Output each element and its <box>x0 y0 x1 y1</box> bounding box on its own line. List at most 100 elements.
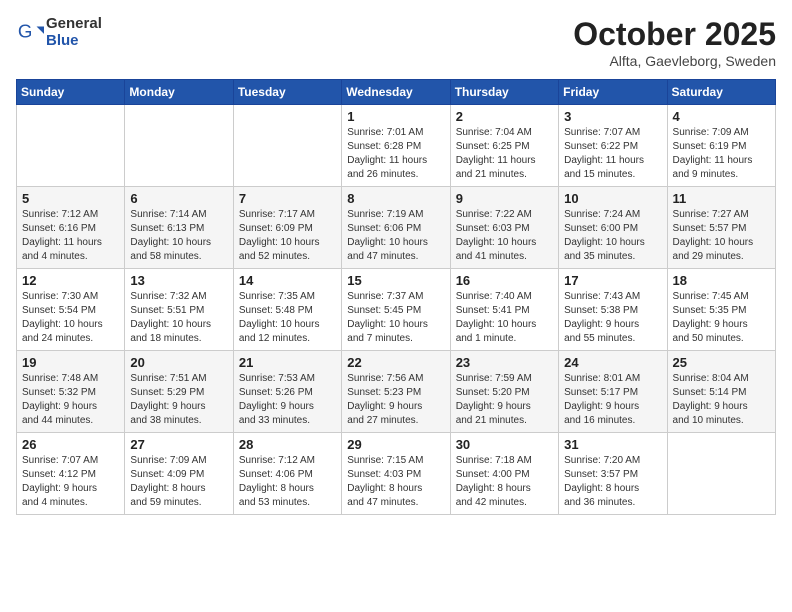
calendar-cell: 29 Sunrise: 7:15 AM Sunset: 4:03 PM Dayli… <box>342 433 450 515</box>
day-info: Sunrise: 7:40 AM Sunset: 5:41 PM Dayligh… <box>456 290 553 346</box>
day-number: 21 <box>239 355 336 370</box>
day-number: 6 <box>130 191 227 206</box>
day-number: 14 <box>239 273 336 288</box>
day-of-week-header: Monday <box>125 80 233 105</box>
calendar-cell <box>125 105 233 187</box>
day-number: 10 <box>564 191 661 206</box>
day-number: 16 <box>456 273 553 288</box>
calendar-cell: 13Sunrise: 7:32 AM Sunset: 5:51 PM Dayli… <box>125 269 233 351</box>
calendar-week-row: 26 Sunrise: 7:07 AM Sunset: 4:12 PM Dayli… <box>17 433 776 515</box>
logo-blue: Blue <box>46 33 102 50</box>
day-info: Sunrise: 7:22 AM Sunset: 6:03 PM Dayligh… <box>456 208 553 264</box>
day-info: Sunrise: 7:12 AM Sunset: 4:06 PM Dayligh… <box>239 454 336 510</box>
day-info: Sunrise: 7:19 AM Sunset: 6:06 PM Dayligh… <box>347 208 444 264</box>
calendar-cell: 8 Sunrise: 7:19 AM Sunset: 6:06 PM Daylig… <box>342 187 450 269</box>
day-number: 27 <box>130 437 227 452</box>
day-info: Sunrise: 7:59 AM Sunset: 5:20 PM Dayligh… <box>456 372 553 428</box>
day-info: Sunrise: 7:01 AM Sunset: 6:28 PM Dayligh… <box>347 126 444 182</box>
day-number: 12 <box>22 273 119 288</box>
calendar-cell: 17 Sunrise: 7:43 AM Sunset: 5:38 PM Dayli… <box>559 269 667 351</box>
day-number: 30 <box>456 437 553 452</box>
day-info: Sunrise: 7:45 AM Sunset: 5:35 PM Dayligh… <box>673 290 770 346</box>
calendar-cell: 15 Sunrise: 7:37 AM Sunset: 5:45 PM Dayli… <box>342 269 450 351</box>
day-of-week-header: Saturday <box>667 80 775 105</box>
calendar-cell: 6 Sunrise: 7:14 AM Sunset: 6:13 PM Daylig… <box>125 187 233 269</box>
day-number: 3 <box>564 109 661 124</box>
calendar-cell: 21 Sunrise: 7:53 AM Sunset: 5:26 PM Dayli… <box>233 351 341 433</box>
calendar-cell: 24 Sunrise: 8:01 AM Sunset: 5:17 PM Dayli… <box>559 351 667 433</box>
calendar-cell: 27 Sunrise: 7:09 AM Sunset: 4:09 PM Dayli… <box>125 433 233 515</box>
calendar-week-row: 5 Sunrise: 7:12 AM Sunset: 6:16 PM Daylig… <box>17 187 776 269</box>
day-number: 25 <box>673 355 770 370</box>
day-info: Sunrise: 7:37 AM Sunset: 5:45 PM Dayligh… <box>347 290 444 346</box>
day-number: 24 <box>564 355 661 370</box>
day-of-week-header: Thursday <box>450 80 558 105</box>
day-info: Sunrise: 7:51 AM Sunset: 5:29 PM Dayligh… <box>130 372 227 428</box>
calendar-cell: 2Sunrise: 7:04 AM Sunset: 6:25 PM Daylig… <box>450 105 558 187</box>
calendar-cell: 31 Sunrise: 7:20 AM Sunset: 3:57 PM Dayli… <box>559 433 667 515</box>
day-number: 29 <box>347 437 444 452</box>
day-info: Sunrise: 7:53 AM Sunset: 5:26 PM Dayligh… <box>239 372 336 428</box>
calendar-cell: 19 Sunrise: 7:48 AM Sunset: 5:32 PM Dayli… <box>17 351 125 433</box>
logo-text: General Blue <box>46 16 102 49</box>
calendar-cell: 26 Sunrise: 7:07 AM Sunset: 4:12 PM Dayli… <box>17 433 125 515</box>
month-title: October 2025 <box>573 16 776 53</box>
calendar-cell <box>233 105 341 187</box>
day-number: 15 <box>347 273 444 288</box>
day-info: Sunrise: 7:15 AM Sunset: 4:03 PM Dayligh… <box>347 454 444 510</box>
day-of-week-header: Sunday <box>17 80 125 105</box>
calendar-cell: 30 Sunrise: 7:18 AM Sunset: 4:00 PM Dayli… <box>450 433 558 515</box>
calendar-cell: 11Sunrise: 7:27 AM Sunset: 5:57 PM Dayli… <box>667 187 775 269</box>
day-number: 20 <box>130 355 227 370</box>
logo-icon: G <box>16 19 44 47</box>
day-info: Sunrise: 7:17 AM Sunset: 6:09 PM Dayligh… <box>239 208 336 264</box>
day-info: Sunrise: 8:01 AM Sunset: 5:17 PM Dayligh… <box>564 372 661 428</box>
calendar-cell: 12Sunrise: 7:30 AM Sunset: 5:54 PM Dayli… <box>17 269 125 351</box>
day-info: Sunrise: 7:20 AM Sunset: 3:57 PM Dayligh… <box>564 454 661 510</box>
day-number: 8 <box>347 191 444 206</box>
day-info: Sunrise: 7:18 AM Sunset: 4:00 PM Dayligh… <box>456 454 553 510</box>
calendar-cell: 16 Sunrise: 7:40 AM Sunset: 5:41 PM Dayli… <box>450 269 558 351</box>
day-number: 22 <box>347 355 444 370</box>
logo-general: General <box>46 16 102 33</box>
logo: G General Blue <box>16 16 102 49</box>
day-number: 5 <box>22 191 119 206</box>
day-of-week-header: Tuesday <box>233 80 341 105</box>
day-info: Sunrise: 7:07 AM Sunset: 4:12 PM Dayligh… <box>22 454 119 510</box>
title-block: October 2025 Alfta, Gaevleborg, Sweden <box>573 16 776 69</box>
day-number: 26 <box>22 437 119 452</box>
day-number: 9 <box>456 191 553 206</box>
calendar-cell: 9 Sunrise: 7:22 AM Sunset: 6:03 PM Daylig… <box>450 187 558 269</box>
day-info: Sunrise: 7:09 AM Sunset: 4:09 PM Dayligh… <box>130 454 227 510</box>
calendar-cell: 22Sunrise: 7:56 AM Sunset: 5:23 PM Dayli… <box>342 351 450 433</box>
day-info: Sunrise: 7:48 AM Sunset: 5:32 PM Dayligh… <box>22 372 119 428</box>
calendar-cell: 28 Sunrise: 7:12 AM Sunset: 4:06 PM Dayli… <box>233 433 341 515</box>
day-number: 19 <box>22 355 119 370</box>
svg-text:G: G <box>18 20 33 41</box>
calendar-cell: 10Sunrise: 7:24 AM Sunset: 6:00 PM Dayli… <box>559 187 667 269</box>
day-number: 18 <box>673 273 770 288</box>
calendar-cell: 5 Sunrise: 7:12 AM Sunset: 6:16 PM Daylig… <box>17 187 125 269</box>
calendar-week-row: 19 Sunrise: 7:48 AM Sunset: 5:32 PM Dayli… <box>17 351 776 433</box>
day-number: 11 <box>673 191 770 206</box>
day-info: Sunrise: 7:09 AM Sunset: 6:19 PM Dayligh… <box>673 126 770 182</box>
day-info: Sunrise: 7:14 AM Sunset: 6:13 PM Dayligh… <box>130 208 227 264</box>
day-number: 13 <box>130 273 227 288</box>
calendar-cell: 20 Sunrise: 7:51 AM Sunset: 5:29 PM Dayli… <box>125 351 233 433</box>
calendar-cell: 23Sunrise: 7:59 AM Sunset: 5:20 PM Dayli… <box>450 351 558 433</box>
day-of-week-header: Friday <box>559 80 667 105</box>
day-number: 7 <box>239 191 336 206</box>
calendar-cell: 14 Sunrise: 7:35 AM Sunset: 5:48 PM Dayli… <box>233 269 341 351</box>
day-info: Sunrise: 7:43 AM Sunset: 5:38 PM Dayligh… <box>564 290 661 346</box>
calendar-week-row: 12Sunrise: 7:30 AM Sunset: 5:54 PM Dayli… <box>17 269 776 351</box>
calendar-cell: 7 Sunrise: 7:17 AM Sunset: 6:09 PM Daylig… <box>233 187 341 269</box>
calendar-cell <box>17 105 125 187</box>
calendar-cell <box>667 433 775 515</box>
day-number: 1 <box>347 109 444 124</box>
day-number: 28 <box>239 437 336 452</box>
day-number: 17 <box>564 273 661 288</box>
day-info: Sunrise: 7:12 AM Sunset: 6:16 PM Dayligh… <box>22 208 119 264</box>
day-number: 31 <box>564 437 661 452</box>
day-info: Sunrise: 7:35 AM Sunset: 5:48 PM Dayligh… <box>239 290 336 346</box>
calendar-cell: 25Sunrise: 8:04 AM Sunset: 5:14 PM Dayli… <box>667 351 775 433</box>
